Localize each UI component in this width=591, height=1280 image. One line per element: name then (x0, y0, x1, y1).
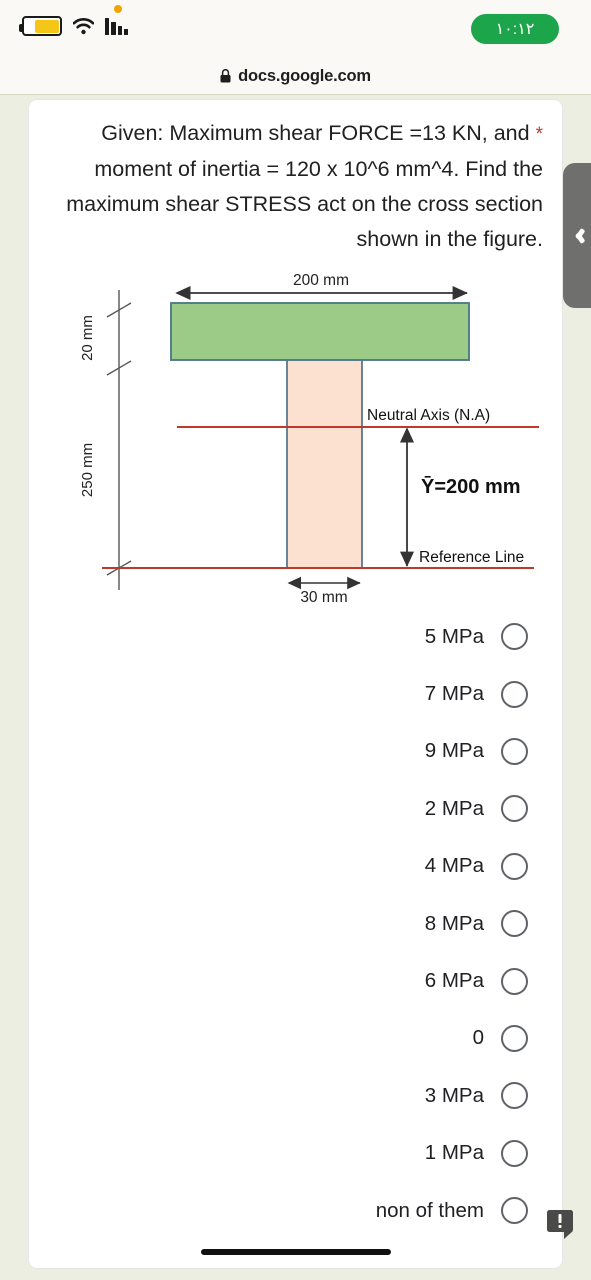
page-background: * Given: Maximum shear FORCE =13 KN, and… (0, 94, 591, 1280)
option-label: 2 MPa (424, 796, 484, 820)
question-text: Given: Maximum shear FORCE =13 KN, and m… (66, 121, 543, 251)
option-row[interactable]: 0 (29, 1010, 562, 1067)
option-label: 6 MPa (424, 969, 484, 993)
option-label: 4 MPa (424, 854, 484, 878)
cross-section-svg: 20 mm 250 mm 200 mm Ȳ=200 mm Neutral Axi… (79, 272, 539, 605)
url-text: docs.google.com (238, 66, 371, 85)
option-row[interactable]: 3 MPa (29, 1067, 562, 1124)
option-label: 8 MPa (424, 911, 484, 935)
battery-icon (18, 16, 62, 36)
flange-width-label: 200 mm (293, 272, 349, 289)
status-bar-left-icons (18, 16, 129, 36)
radio-button[interactable] (501, 623, 528, 651)
option-row[interactable]: 1 MPa (29, 1125, 562, 1182)
option-row[interactable]: non of them (29, 1182, 562, 1239)
lock-icon (220, 69, 231, 83)
status-bar: ١٠:١٢ (0, 0, 591, 58)
option-row[interactable]: 5 MPa (29, 608, 562, 665)
option-label: 3 MPa (424, 1083, 484, 1107)
option-label: 5 MPa (424, 624, 484, 648)
option-row[interactable]: 6 MPa (29, 952, 562, 1009)
radio-button[interactable] (501, 1197, 528, 1225)
web-width-label: 30 mm (300, 589, 347, 605)
question-block: * Given: Maximum shear FORCE =13 KN, and… (53, 116, 543, 257)
notification-dot-icon (114, 5, 122, 13)
phone-screen: ١٠:١٢ docs.google.com * Given: Maximum s… (0, 0, 591, 1280)
wifi-icon (72, 17, 95, 35)
option-label: 0 (472, 1026, 484, 1050)
feedback-exclamation-icon (558, 1214, 562, 1228)
radio-button[interactable] (501, 1082, 528, 1110)
option-label: 9 MPa (424, 739, 484, 763)
browser-url-bar[interactable]: docs.google.com (0, 58, 591, 94)
option-label: non of them (375, 1198, 484, 1222)
option-row[interactable]: 9 MPa (29, 723, 562, 780)
feedback-button[interactable] (547, 1210, 573, 1239)
radio-button[interactable] (501, 680, 528, 708)
cross-section-figure: 20 mm 250 mm 200 mm Ȳ=200 mm Neutral Axi… (29, 265, 562, 605)
home-indicator (200, 1249, 391, 1255)
option-label: 7 MPa (424, 682, 484, 706)
option-row[interactable]: 7 MPa (29, 665, 562, 722)
answer-options-list: 5 MPa 7 MPa 9 MPa 2 MPa 4 MPa 8 MPa 6 MP… (29, 608, 562, 1239)
radio-button[interactable] (501, 1139, 528, 1167)
radio-button[interactable] (501, 1024, 528, 1052)
signal-bars-icon (105, 17, 129, 35)
centroid-distance-label: Ȳ=200 mm (421, 476, 521, 498)
form-card: * Given: Maximum shear FORCE =13 KN, and… (28, 99, 563, 1269)
radio-button[interactable] (501, 852, 528, 880)
reference-line-label: Reference Line (419, 549, 524, 566)
web-height-label: 250 mm (79, 443, 96, 497)
option-row[interactable]: 4 MPa (29, 838, 562, 895)
radio-button[interactable] (501, 737, 528, 765)
edge-back-tab[interactable] (563, 163, 591, 308)
option-row[interactable]: 2 MPa (29, 780, 562, 837)
neutral-axis-label: Neutral Axis (N.A) (367, 407, 490, 424)
flange-thickness-label: 20 mm (79, 315, 96, 361)
radio-button[interactable] (501, 910, 528, 938)
radio-button[interactable] (501, 795, 528, 823)
chevron-left-icon (572, 227, 582, 245)
option-label: 1 MPa (424, 1141, 484, 1165)
status-clock: ١٠:١٢ (471, 14, 559, 44)
option-row[interactable]: 8 MPa (29, 895, 562, 952)
required-asterisk: * (535, 124, 543, 145)
radio-button[interactable] (501, 967, 528, 995)
battery-fill (34, 19, 59, 33)
